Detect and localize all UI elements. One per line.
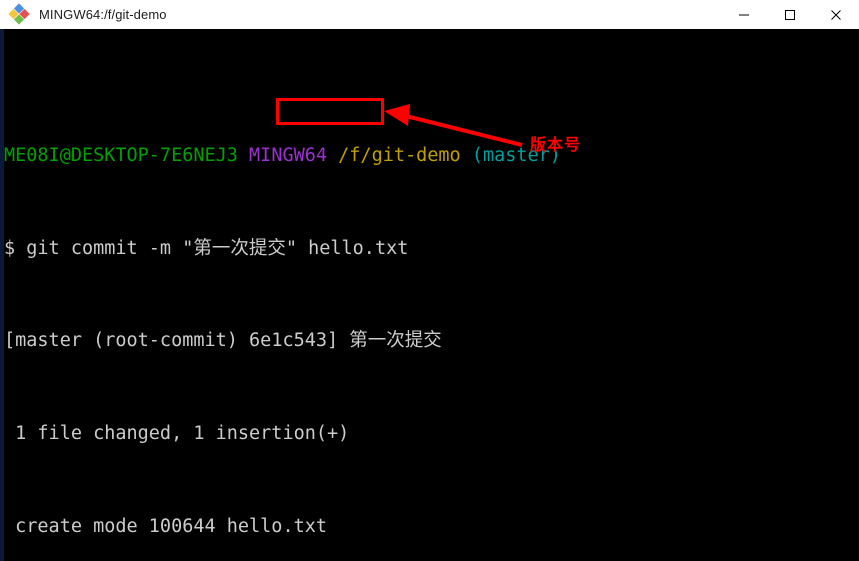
output-create-mode: create mode 100644 hello.txt (4, 516, 328, 537)
prompt-shell: MINGW64 (249, 144, 328, 166)
prompt-path: /f/git-demo (338, 144, 461, 166)
mingw64-terminal-window: MINGW64:/f/git-demo ME08I@DESKTOP-7E6NEJ… (0, 0, 859, 561)
annotation-label: 版本号 (530, 135, 582, 154)
title-bar[interactable]: MINGW64:/f/git-demo (0, 0, 859, 29)
window-title: MINGW64:/f/git-demo (39, 6, 167, 22)
commit-hash: 6e1c543 (249, 330, 328, 352)
command-line-commit: $ git commit -m "第一次提交" hello.txt (4, 237, 409, 259)
close-button[interactable] (813, 0, 859, 29)
commit-result-suffix: ] 第一次提交 (327, 330, 442, 352)
minimize-button[interactable] (721, 0, 767, 29)
git-bash-diamond-icon (8, 3, 30, 25)
terminal-body[interactable]: ME08I@DESKTOP-7E6NEJ3 MINGW64 /f/git-dem… (0, 29, 859, 561)
output-commit-result: [master (root-commit) 6e1c543] 第一次提交 (4, 329, 859, 352)
commit-result-prefix: [master (root-commit) (4, 330, 250, 352)
maximize-button[interactable] (767, 0, 813, 29)
prompt-user-host: ME08I@DESKTOP-7E6NEJ3 (4, 144, 238, 166)
window-controls (721, 0, 859, 29)
terminal-output[interactable]: ME08I@DESKTOP-7E6NEJ3 MINGW64 /f/git-dem… (4, 51, 859, 561)
output-files-changed: 1 file changed, 1 insertion(+) (4, 423, 350, 445)
prompt-line-1: ME08I@DESKTOP-7E6NEJ3 MINGW64 /f/git-dem… (4, 144, 859, 167)
